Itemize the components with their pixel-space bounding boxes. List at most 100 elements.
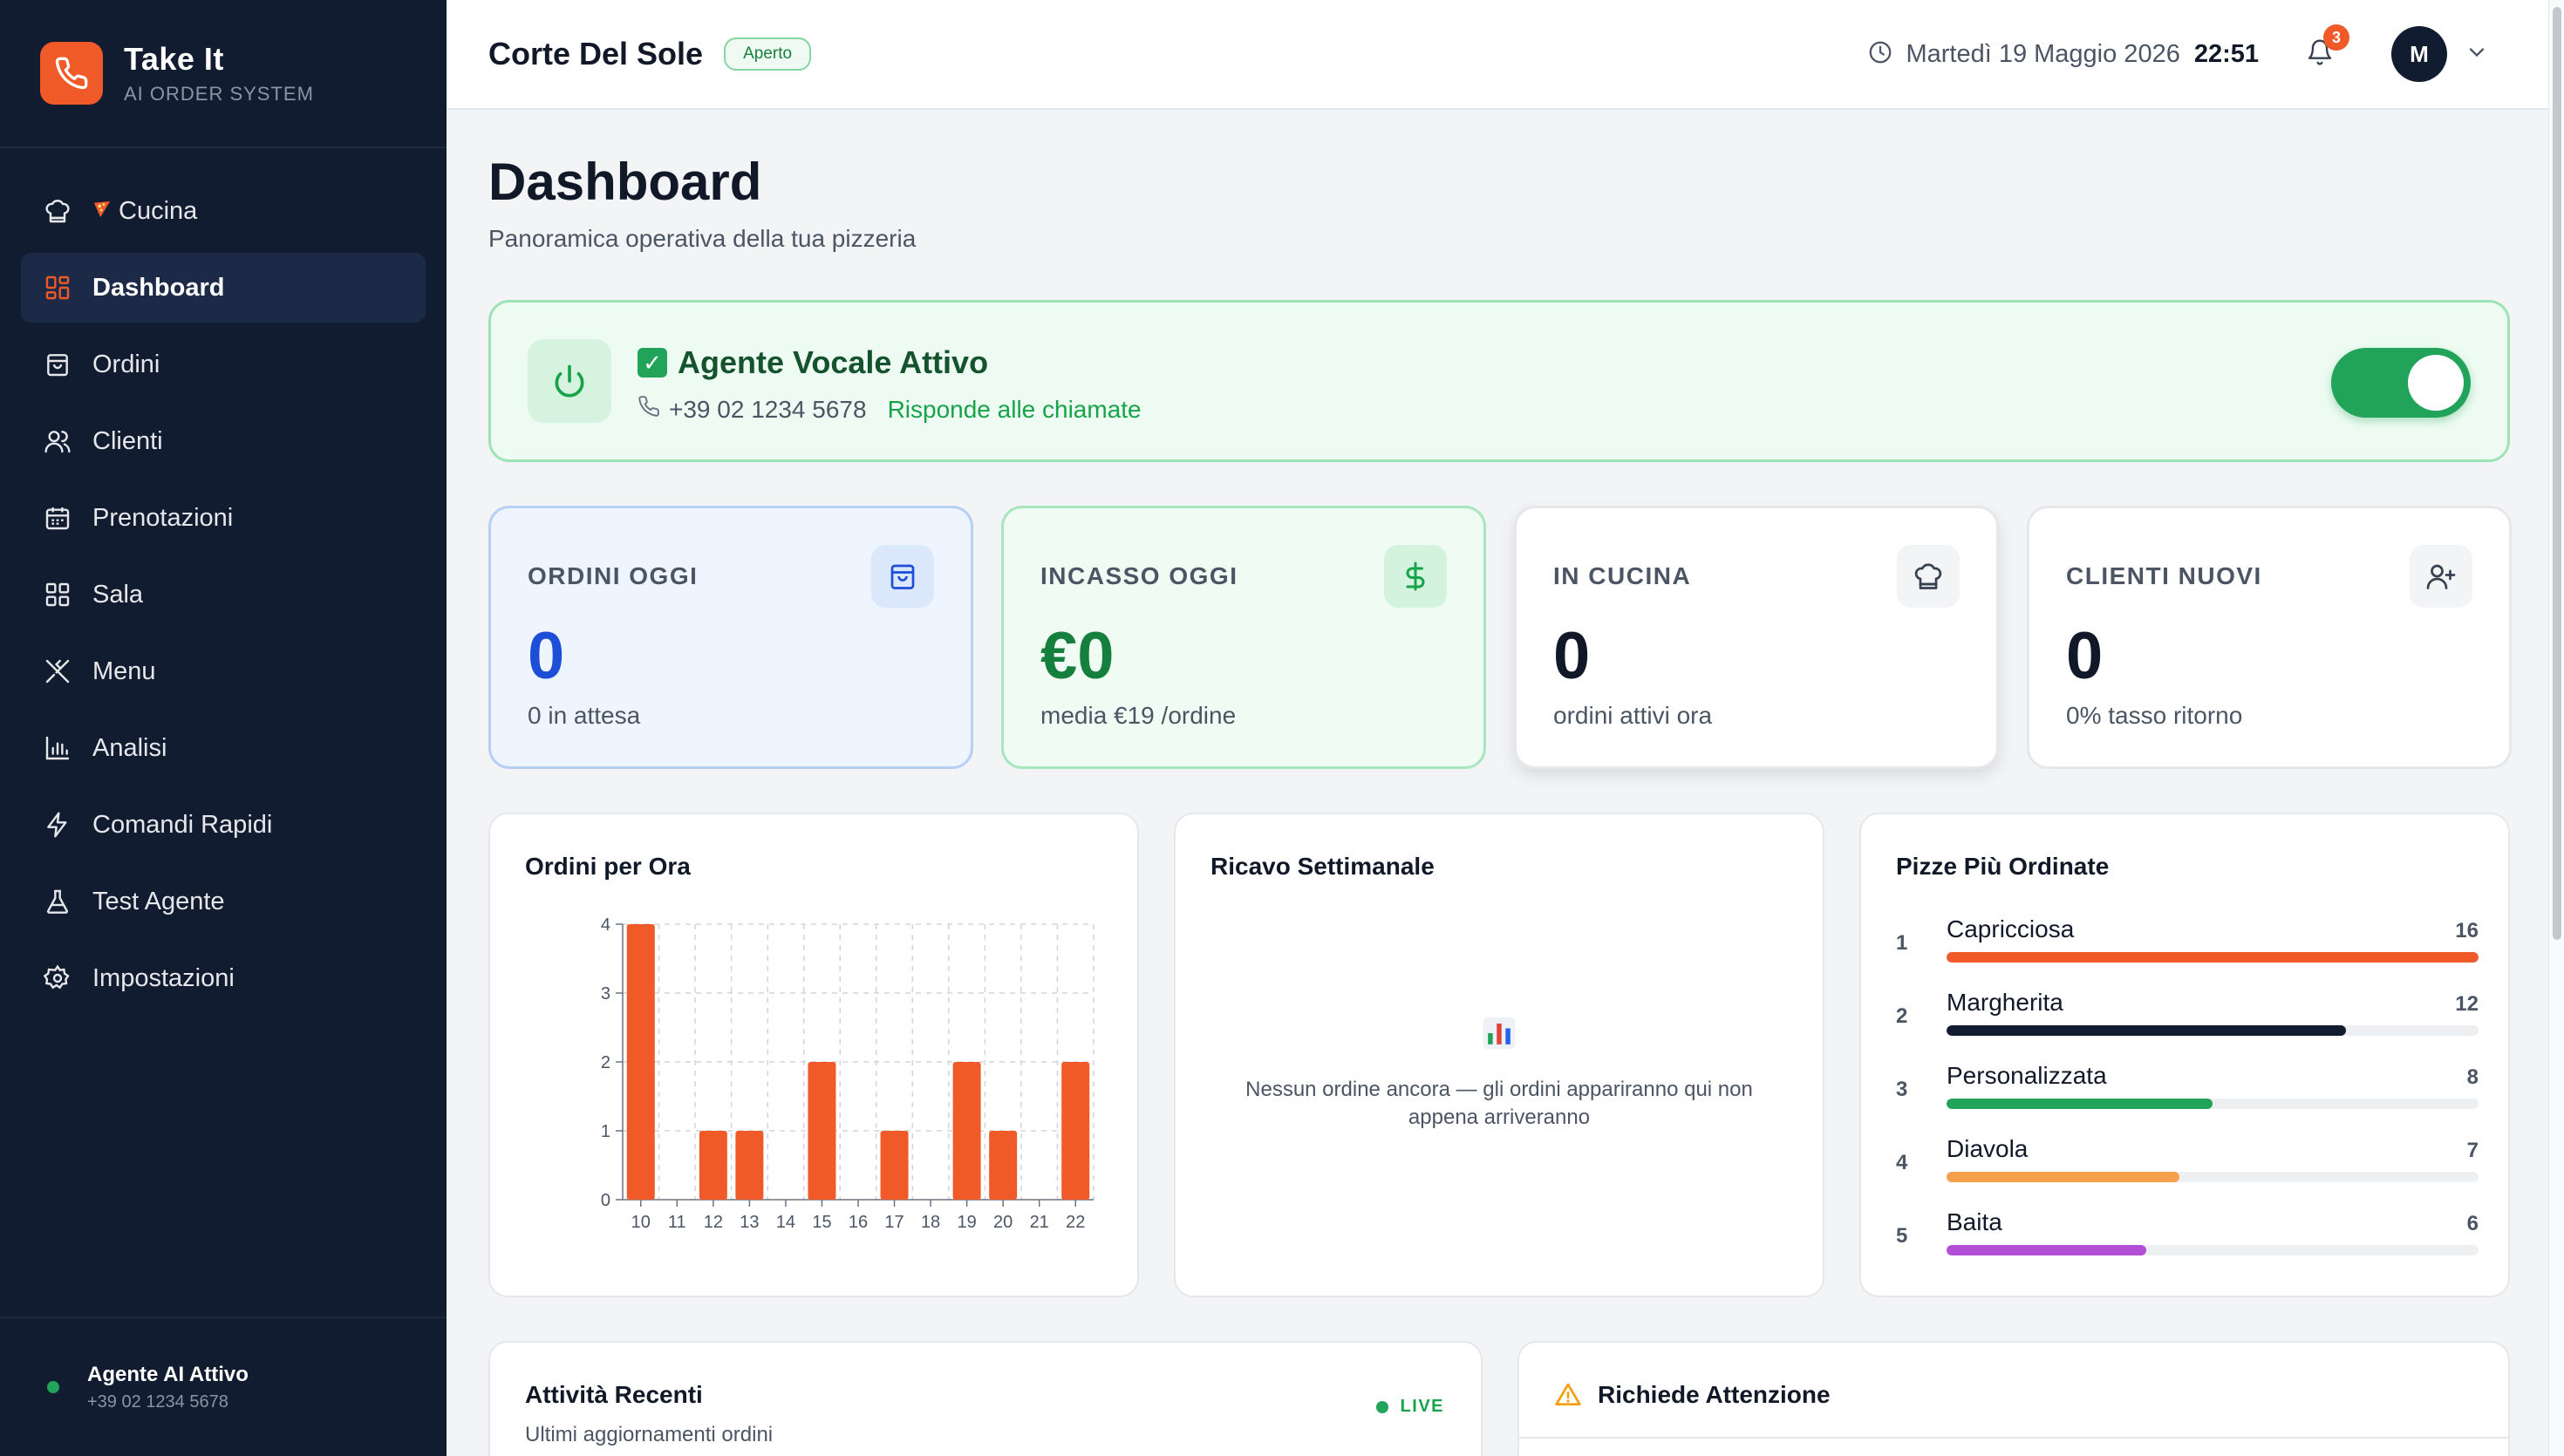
x-tick-label: 18 — [921, 1213, 940, 1232]
stat-value: €0 — [1040, 619, 1115, 693]
stat-label: INCASSO OGGI — [1040, 562, 1238, 589]
pizza-progress-track — [1947, 952, 2479, 963]
stat-card-in-cucina: IN CUCINA 0 ordini attivi ora — [1514, 506, 1999, 769]
lightning-icon — [42, 809, 73, 840]
sidebar-item-dashboard[interactable]: Dashboard — [21, 253, 426, 323]
pizza-count: 12 — [2455, 992, 2479, 1016]
x-tick-label: 11 — [668, 1213, 686, 1232]
status-dot-icon — [47, 1381, 59, 1393]
attention-title-row: Richiede Attenzione — [1554, 1381, 1831, 1409]
calendar-icon — [42, 502, 73, 534]
voice-agent-card: ✓ Agente Vocale Attivo +39 02 1234 5678 … — [488, 300, 2510, 462]
agent-toggle[interactable] — [2331, 348, 2471, 418]
pizza-name: Baita — [1947, 1208, 2002, 1235]
sidebar-item-label: Menu — [92, 657, 156, 685]
orders-per-hour-chart: 0123410 11 12 13 14 15 16 17 18 19 20 21 22 — [601, 915, 1094, 1232]
pizza-progress-fill — [1947, 952, 2479, 963]
x-tick-label: 15 — [812, 1213, 831, 1232]
brand: Take It AI ORDER SYSTEM — [0, 0, 447, 148]
sidebar-item-sala[interactable]: Sala — [21, 560, 426, 629]
dashboard-grid-icon — [42, 272, 73, 303]
toggle-knob — [2408, 355, 2464, 411]
sidebar-item-clienti[interactable]: Clienti — [21, 406, 426, 476]
page-scrollbar[interactable] — [2548, 0, 2564, 1456]
panel-title: Richiede Attenzione — [1598, 1381, 1831, 1408]
stat-value: 0 — [2066, 619, 2104, 693]
weekly-revenue-panel: Ricavo Settimanale Nessun ordine ancora … — [1174, 813, 1824, 1297]
agent-info-row: +39 02 1234 5678 Risponde alle chiamate — [638, 395, 1142, 424]
agent-status-text: Risponde alle chiamate — [887, 395, 1142, 423]
sidebar-item-impostazioni[interactable]: Impostazioni — [21, 943, 426, 1013]
sidebar-item-cucina[interactable]: Cucina — [21, 176, 426, 246]
top-header: Corte Del Sole Aperto Martedì 19 Maggio … — [447, 0, 2548, 110]
sidebar-item-label: Sala — [92, 580, 144, 609]
checkmark-icon: ✓ — [638, 348, 667, 378]
notifications-button[interactable]: 3 — [2302, 24, 2349, 71]
sidebar-item-test-agente[interactable]: Test Agente — [21, 867, 426, 936]
sidebar-item-analisi[interactable]: Analisi — [21, 713, 426, 783]
stat-value: 0 — [1553, 619, 1591, 693]
pizza-rank: 5 — [1896, 1224, 1908, 1248]
pizza-count: 6 — [2466, 1212, 2479, 1235]
bar-chart-icon — [42, 732, 73, 764]
empty-state: Nessun ordine ancora — gli ordini appari… — [1176, 814, 1823, 1296]
pizza-progress-fill — [1947, 1172, 2179, 1182]
pizza-name: Capricciosa — [1947, 915, 2075, 942]
sidebar-item-prenotazioni[interactable]: Prenotazioni — [21, 483, 426, 553]
stat-label: IN CUCINA — [1553, 562, 1692, 589]
stat-card-clienti-nuovi: CLIENTI NUOVI 0 0% tasso ritorno — [2027, 506, 2512, 769]
sidebar-item-label: Comandi Rapidi — [92, 810, 273, 839]
y-tick-label: 1 — [601, 1122, 610, 1141]
bar-12 — [699, 1131, 727, 1200]
pizza-name: Margherita — [1947, 989, 2063, 1016]
divider — [1519, 1437, 2508, 1439]
pizza-rank: 2 — [1896, 1004, 1908, 1028]
pizza-progress-track — [1947, 1172, 2479, 1182]
pizza-count: 7 — [2466, 1139, 2479, 1162]
bar-10 — [626, 924, 655, 1200]
stat-sub: media €19 /ordine — [1040, 702, 1237, 729]
needs-attention-panel: Richiede Attenzione — [1517, 1341, 2510, 1456]
restaurant-name: Corte Del Sole — [488, 36, 704, 71]
sidebar: Take It AI ORDER SYSTEM Cucina Dashboard… — [0, 0, 447, 1456]
x-tick-label: 22 — [1066, 1213, 1085, 1232]
live-dot-icon — [1375, 1400, 1388, 1413]
page-subtitle: Panoramica operativa della tua pizzeria — [488, 225, 917, 252]
x-tick-label: 21 — [1030, 1213, 1049, 1232]
x-tick-label: 16 — [849, 1213, 868, 1232]
bar-13 — [735, 1131, 764, 1200]
list-item: 2 Margherita 12 — [1896, 989, 2479, 1058]
user-plus-icon — [2410, 545, 2472, 608]
agent-status-title: Agente AI Attivo — [87, 1362, 249, 1386]
sidebar-item-menu[interactable]: Menu — [21, 636, 426, 706]
pizza-progress-track — [1947, 1099, 2479, 1109]
notification-count-badge: 3 — [2323, 24, 2349, 51]
pizza-progress-track — [1947, 1025, 2479, 1036]
x-tick-label: 17 — [884, 1213, 904, 1232]
sidebar-item-label: Analisi — [92, 733, 167, 762]
live-indicator: LIVE — [1375, 1397, 1444, 1417]
page-title: Dashboard — [488, 153, 762, 211]
list-item: 4 Diavola 7 — [1896, 1135, 2479, 1205]
sidebar-nav: Cucina Dashboard Ordini Clienti Prenotaz… — [0, 148, 447, 1013]
sidebar-item-ordini[interactable]: Ordini — [21, 330, 426, 399]
sidebar-item-label: Test Agente — [92, 887, 225, 915]
chevron-down-icon[interactable] — [2465, 40, 2489, 69]
bar-17 — [880, 1131, 909, 1200]
sidebar-item-comandi-rapidi[interactable]: Comandi Rapidi — [21, 790, 426, 860]
scrollbar-thumb[interactable] — [2553, 7, 2561, 940]
bar-19 — [952, 1062, 981, 1200]
gear-icon — [42, 963, 73, 994]
brand-subtitle: AI ORDER SYSTEM — [124, 83, 314, 105]
shopping-bag-icon — [42, 349, 73, 380]
bar-20 — [989, 1131, 1018, 1200]
panel-title: Pizze Più Ordinate — [1896, 853, 2110, 880]
list-item: 1 Capricciosa 16 — [1896, 915, 2479, 985]
panel-title: Attività Recenti — [525, 1381, 703, 1408]
avatar[interactable]: M — [2391, 26, 2447, 82]
warning-icon — [1554, 1381, 1582, 1409]
pizza-icon — [92, 198, 112, 225]
live-label: LIVE — [1400, 1397, 1444, 1416]
sidebar-item-label: Clienti — [92, 426, 163, 455]
pizza-count: 8 — [2466, 1065, 2479, 1089]
